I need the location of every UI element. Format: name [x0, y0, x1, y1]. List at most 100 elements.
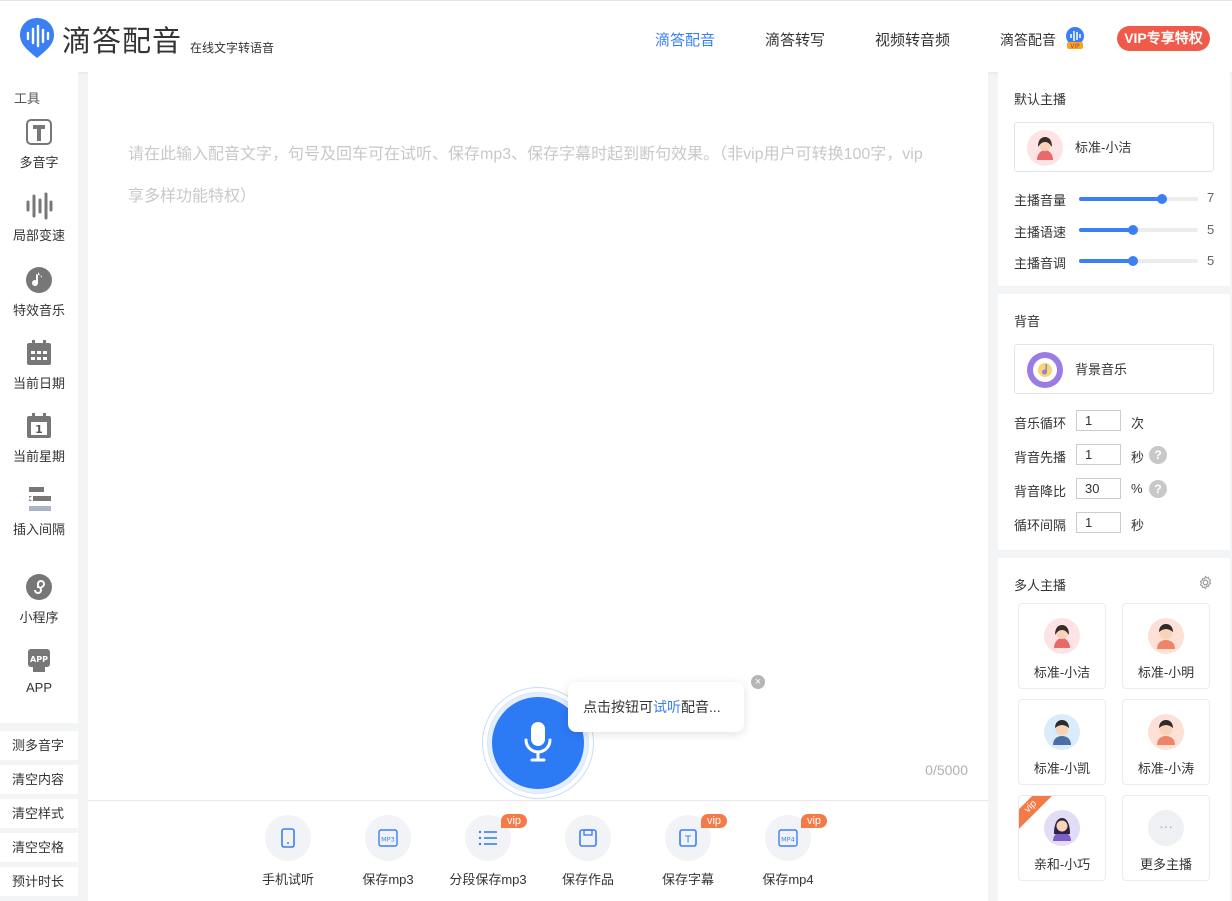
action-label: 保存mp4: [762, 872, 814, 887]
tool-label: APP: [25, 680, 52, 695]
svg-text:MP3: MP3: [381, 836, 395, 844]
avatar-male-icon: [1148, 618, 1184, 654]
anchor-name: 更多主播: [1139, 857, 1192, 872]
avatar-female-icon: [1027, 130, 1063, 166]
nav-video-to-audio[interactable]: 视频转音频: [875, 29, 950, 50]
slider-handle[interactable]: [1157, 194, 1168, 204]
polyphone-icon: [26, 119, 52, 145]
loop-count-input[interactable]: 1: [1076, 410, 1121, 431]
bgm-lead-label: 背音先播: [1014, 450, 1067, 465]
loop-interval-unit: 秒: [1131, 518, 1145, 533]
help-icon[interactable]: ?: [1149, 480, 1167, 498]
volume-value: 7: [1207, 190, 1215, 205]
tool-current-weekday[interactable]: 1 当前星期: [0, 411, 78, 465]
loop-interval-input[interactable]: 1: [1076, 512, 1121, 533]
anchor-name: 标准-小凯: [1033, 761, 1091, 776]
anchor-card-xiaojie[interactable]: 标准-小洁: [1018, 603, 1106, 689]
mobile-preview-button[interactable]: 手机试听: [238, 815, 338, 888]
more-anchors-card[interactable]: ··· 更多主播: [1122, 795, 1210, 881]
action-label: 保存字幕: [661, 872, 714, 887]
action-label: 保存作品: [561, 872, 614, 887]
svg-text:APP: APP: [30, 655, 48, 664]
logo-subtitle: 在线文字转语音: [190, 41, 275, 55]
calendar-week-icon: 1: [27, 413, 51, 438]
slider-fill: [1079, 228, 1133, 232]
action-label: 手机试听: [261, 872, 314, 887]
help-icon[interactable]: ?: [1149, 446, 1167, 464]
anchor-card-xiaoming[interactable]: 标准-小明: [1122, 603, 1210, 689]
default-anchor-card[interactable]: 标准-小洁: [1014, 122, 1214, 172]
anchor-name: 亲和-小巧: [1033, 857, 1091, 872]
bgm-lead-input[interactable]: 1: [1076, 444, 1121, 465]
nav-dida-peiyin[interactable]: 滴答配音: [655, 29, 715, 50]
vip-tag: vip: [701, 814, 727, 828]
avatar-female-icon: [1044, 618, 1080, 654]
microphone-icon: [524, 722, 552, 762]
default-anchor-panel: 默认主播 标准-小洁 主播音量 7 主播语速 5 主播音调 5: [998, 72, 1230, 286]
action-label: 保存mp3: [362, 872, 414, 887]
svg-text:1: 1: [35, 423, 43, 436]
ducking-input[interactable]: 30: [1076, 478, 1121, 499]
settings-gear-icon[interactable]: [1198, 575, 1213, 593]
avatar-male-icon: [1148, 714, 1184, 750]
tools-title: 工具: [14, 91, 41, 106]
slider-handle[interactable]: [1127, 256, 1138, 266]
volume-slider[interactable]: [1079, 194, 1198, 204]
logo-mic-icon: [18, 16, 56, 60]
clear-spaces-button[interactable]: 清空空格: [0, 833, 78, 862]
tool-current-date[interactable]: 当前日期: [0, 338, 78, 392]
clear-content-button[interactable]: 清空内容: [0, 765, 78, 794]
bgm-card[interactable]: 背景音乐: [1014, 344, 1214, 394]
clear-style-button[interactable]: 清空样式: [0, 799, 78, 828]
save-subtitle-button[interactable]: Tvip 保存字幕: [638, 814, 738, 888]
nav-user-account[interactable]: 滴答配音: [1000, 30, 1056, 50]
save-mp4-button[interactable]: MP4 vip 保存mp4: [738, 814, 838, 888]
char-counter: 0/5000: [925, 762, 968, 778]
action-label: 分段保存mp3: [449, 872, 527, 887]
anchor-name: 标准-小洁: [1033, 665, 1091, 680]
tool-label: 多音字: [19, 155, 59, 170]
tool-polyphone[interactable]: 多音字: [0, 117, 78, 171]
tool-app[interactable]: APP APP: [0, 645, 78, 695]
slider-handle[interactable]: [1127, 225, 1138, 235]
tool-insert-pause[interactable]: 插入间隔: [0, 484, 78, 538]
panel-title: 默认主播: [1014, 92, 1067, 107]
bgm-name: 背景音乐: [1075, 362, 1128, 377]
segment-save-mp3-button[interactable]: vip 分段保存mp3: [438, 814, 538, 888]
tool-partial-speed[interactable]: 局部变速: [0, 192, 78, 244]
logo-title: 滴答配音: [62, 26, 183, 58]
anchor-card-xiaotao[interactable]: 标准-小涛: [1122, 699, 1210, 785]
check-polyphone-button[interactable]: 测多音字: [0, 731, 78, 760]
anchor-name: 标准-小明: [1137, 665, 1195, 680]
tool-effect-music[interactable]: 特效音乐: [0, 265, 78, 319]
anchor-card-xiaokai[interactable]: 标准-小凯: [1018, 699, 1106, 785]
logo[interactable]: 滴答配音 在线文字转语音: [18, 16, 274, 60]
tool-label: 插入间隔: [12, 522, 65, 537]
insert-gap-icon: [28, 487, 51, 511]
nav-dida-zhuanxie[interactable]: 滴答转写: [765, 29, 825, 50]
more-dots-icon: ···: [1148, 810, 1184, 846]
estimate-duration-button[interactable]: 预计时长: [0, 867, 78, 896]
mp4-file-icon: MP4: [778, 829, 798, 847]
anchor-card-xiaoqiao[interactable]: vip 亲和-小巧: [1018, 795, 1106, 881]
save-work-button[interactable]: 保存作品: [538, 815, 638, 888]
anchor-name: 标准-小涛: [1137, 761, 1195, 776]
vip-privilege-button[interactable]: VIP专享特权: [1117, 26, 1210, 51]
tooltip-close-icon[interactable]: ×: [751, 675, 765, 689]
speed-slider[interactable]: [1079, 225, 1198, 235]
save-mp3-button[interactable]: MP3 保存mp3: [338, 815, 438, 888]
svg-text:VIP: VIP: [1070, 43, 1080, 50]
app-icon: APP: [28, 649, 50, 672]
bgm-lead-unit: 秒: [1131, 450, 1145, 465]
pitch-slider[interactable]: [1079, 256, 1198, 266]
vip-tag: vip: [801, 814, 827, 828]
editor-placeholder[interactable]: 请在此输入配音文字，句号及回车可在试听、保存mp3、保存字幕时起到断句效果。（非…: [128, 134, 928, 218]
speed-label: 主播语速: [1014, 225, 1067, 240]
tip-highlight: 试听: [653, 699, 681, 715]
volume-label: 主播音量: [1014, 193, 1067, 208]
panel-title: 多人主播: [1014, 578, 1067, 593]
vip-user-avatar-icon[interactable]: VIP: [1064, 26, 1086, 53]
avatar-male-icon: [1044, 714, 1080, 750]
ducking-unit: %: [1131, 481, 1143, 496]
tool-mini-program[interactable]: 小程序: [0, 572, 78, 626]
